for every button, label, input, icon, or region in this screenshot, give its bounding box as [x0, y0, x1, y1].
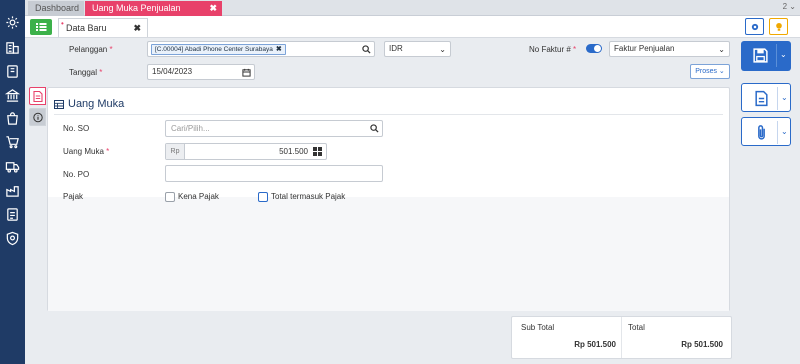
chevron-down-icon[interactable]: ⌄: [781, 93, 788, 102]
calculator-icon[interactable]: [313, 147, 322, 156]
invoice-type-select[interactable]: Faktur Penjualan ⌄: [609, 41, 730, 57]
shield-icon[interactable]: [5, 231, 20, 246]
document-icon: [755, 90, 768, 107]
tab-dashboard[interactable]: Dashboard: [28, 1, 84, 16]
tax-included-checkbox[interactable]: [258, 192, 268, 202]
search-icon[interactable]: [370, 124, 379, 133]
dp-amount-value: 501.500: [279, 147, 308, 156]
close-icon[interactable]: ✖: [209, 1, 217, 16]
chevron-down-icon[interactable]: ⌄: [780, 50, 787, 59]
document-icon: [33, 91, 43, 102]
gear-icon[interactable]: [5, 15, 20, 30]
book-icon[interactable]: [5, 64, 20, 79]
report-icon[interactable]: [5, 207, 20, 222]
divider: [776, 44, 777, 67]
paperclip-icon: [758, 125, 765, 140]
tips-button[interactable]: [769, 18, 788, 35]
truck-icon[interactable]: [5, 159, 20, 174]
bank-icon[interactable]: [5, 88, 20, 103]
currency-prefix: Rp: [166, 144, 185, 159]
chevron-down-icon[interactable]: ⌄: [781, 127, 788, 136]
tax-included-label: Total termasuk Pajak: [271, 192, 346, 201]
customer-label: Pelanggan *: [69, 45, 113, 54]
divider: [621, 317, 622, 358]
invoice-no-label: No Faktur # *: [529, 45, 577, 54]
calendar-icon[interactable]: [242, 68, 251, 77]
chevron-down-icon: ⌄: [439, 45, 446, 54]
close-icon[interactable]: ✖: [133, 19, 141, 37]
toolbar: • Data Baru ✖: [25, 16, 800, 38]
required-mark: *: [106, 147, 110, 156]
divider: [54, 114, 723, 115]
side-tab-form[interactable]: [29, 87, 46, 105]
subtotal-value: Rp 501.500: [574, 340, 616, 349]
auto-number-toggle[interactable]: [586, 44, 602, 53]
process-button[interactable]: Proses ⌄: [690, 64, 730, 79]
po-input[interactable]: [165, 165, 383, 182]
down-payment-panel: Uang Muka No. SO Cari/Pilih... Uang Muka…: [47, 87, 730, 311]
save-button[interactable]: ⌄: [741, 41, 791, 71]
tax-checkbox[interactable]: [165, 192, 175, 202]
invoice-type-value: Faktur Penjualan: [614, 44, 675, 53]
left-nav-rail: [0, 0, 25, 364]
total-label: Total: [628, 323, 645, 332]
currency-select[interactable]: IDR ⌄: [384, 41, 451, 57]
so-label: No. SO: [63, 124, 90, 133]
date-value: 15/04/2023: [152, 67, 193, 76]
factory-icon[interactable]: [5, 183, 20, 198]
required-mark: *: [573, 45, 577, 54]
save-icon: [753, 48, 768, 63]
building-icon[interactable]: [5, 40, 20, 55]
required-mark: *: [99, 68, 103, 77]
print-document-button[interactable]: ⌄: [741, 83, 791, 112]
info-icon: [33, 112, 43, 123]
doc-tab-label: Data Baru: [66, 23, 107, 33]
side-tab-info[interactable]: [29, 108, 46, 126]
dp-amount-input[interactable]: Rp 501.500: [165, 143, 327, 160]
customer-field[interactable]: [C.00004] Abadi Phone Center Surabaya ✖: [147, 41, 375, 57]
panel-footer-area: [48, 197, 729, 311]
unsaved-dot: •: [61, 19, 64, 28]
po-label: No. PO: [63, 170, 90, 179]
tax-label: Pajak: [63, 192, 84, 201]
total-value: Rp 501.500: [681, 340, 723, 349]
customer-chip[interactable]: [C.00004] Abadi Phone Center Surabaya ✖: [151, 44, 286, 55]
attachment-button[interactable]: ⌄: [741, 117, 791, 146]
totals-box: Sub Total Rp 501.500 Total Rp 501.500: [511, 316, 732, 359]
currency-value: IDR: [389, 44, 403, 53]
cart-icon[interactable]: [5, 134, 20, 149]
gear-icon: [751, 23, 759, 31]
table-icon: [54, 100, 64, 109]
required-mark: *: [109, 45, 113, 54]
list-icon: [36, 23, 47, 31]
so-search-input[interactable]: Cari/Pilih...: [165, 120, 383, 137]
remove-icon[interactable]: ✖: [276, 46, 282, 53]
list-button[interactable]: [30, 19, 52, 35]
date-field[interactable]: 15/04/2023: [147, 64, 255, 80]
so-placeholder: Cari/Pilih...: [171, 124, 210, 133]
search-icon[interactable]: [362, 45, 371, 54]
divider: [777, 87, 778, 110]
tab-strip: Dashboard Uang Muka Penjualan ✖ 2 ⌄: [25, 0, 800, 16]
doc-tab-data-baru[interactable]: • Data Baru ✖: [58, 18, 148, 37]
tax-checkbox-label: Kena Pajak: [178, 192, 219, 201]
tab-label: Uang Muka Penjualan: [92, 3, 181, 13]
customer-chip-label: [C.00004] Abadi Phone Center Surabaya: [155, 46, 273, 53]
divider: [777, 121, 778, 144]
lightbulb-icon: [776, 22, 782, 31]
page-count[interactable]: 2 ⌄: [783, 2, 796, 11]
settings-button[interactable]: [745, 18, 764, 35]
dp-label: Uang Muka *: [63, 147, 110, 156]
subtotal-label: Sub Total: [521, 323, 555, 332]
date-label: Tanggal *: [69, 68, 103, 77]
tab-uang-muka-penjualan[interactable]: Uang Muka Penjualan ✖: [85, 1, 222, 16]
panel-title: Uang Muka: [54, 98, 124, 110]
bag-icon[interactable]: [5, 111, 20, 126]
chevron-down-icon: ⌄: [718, 45, 725, 54]
